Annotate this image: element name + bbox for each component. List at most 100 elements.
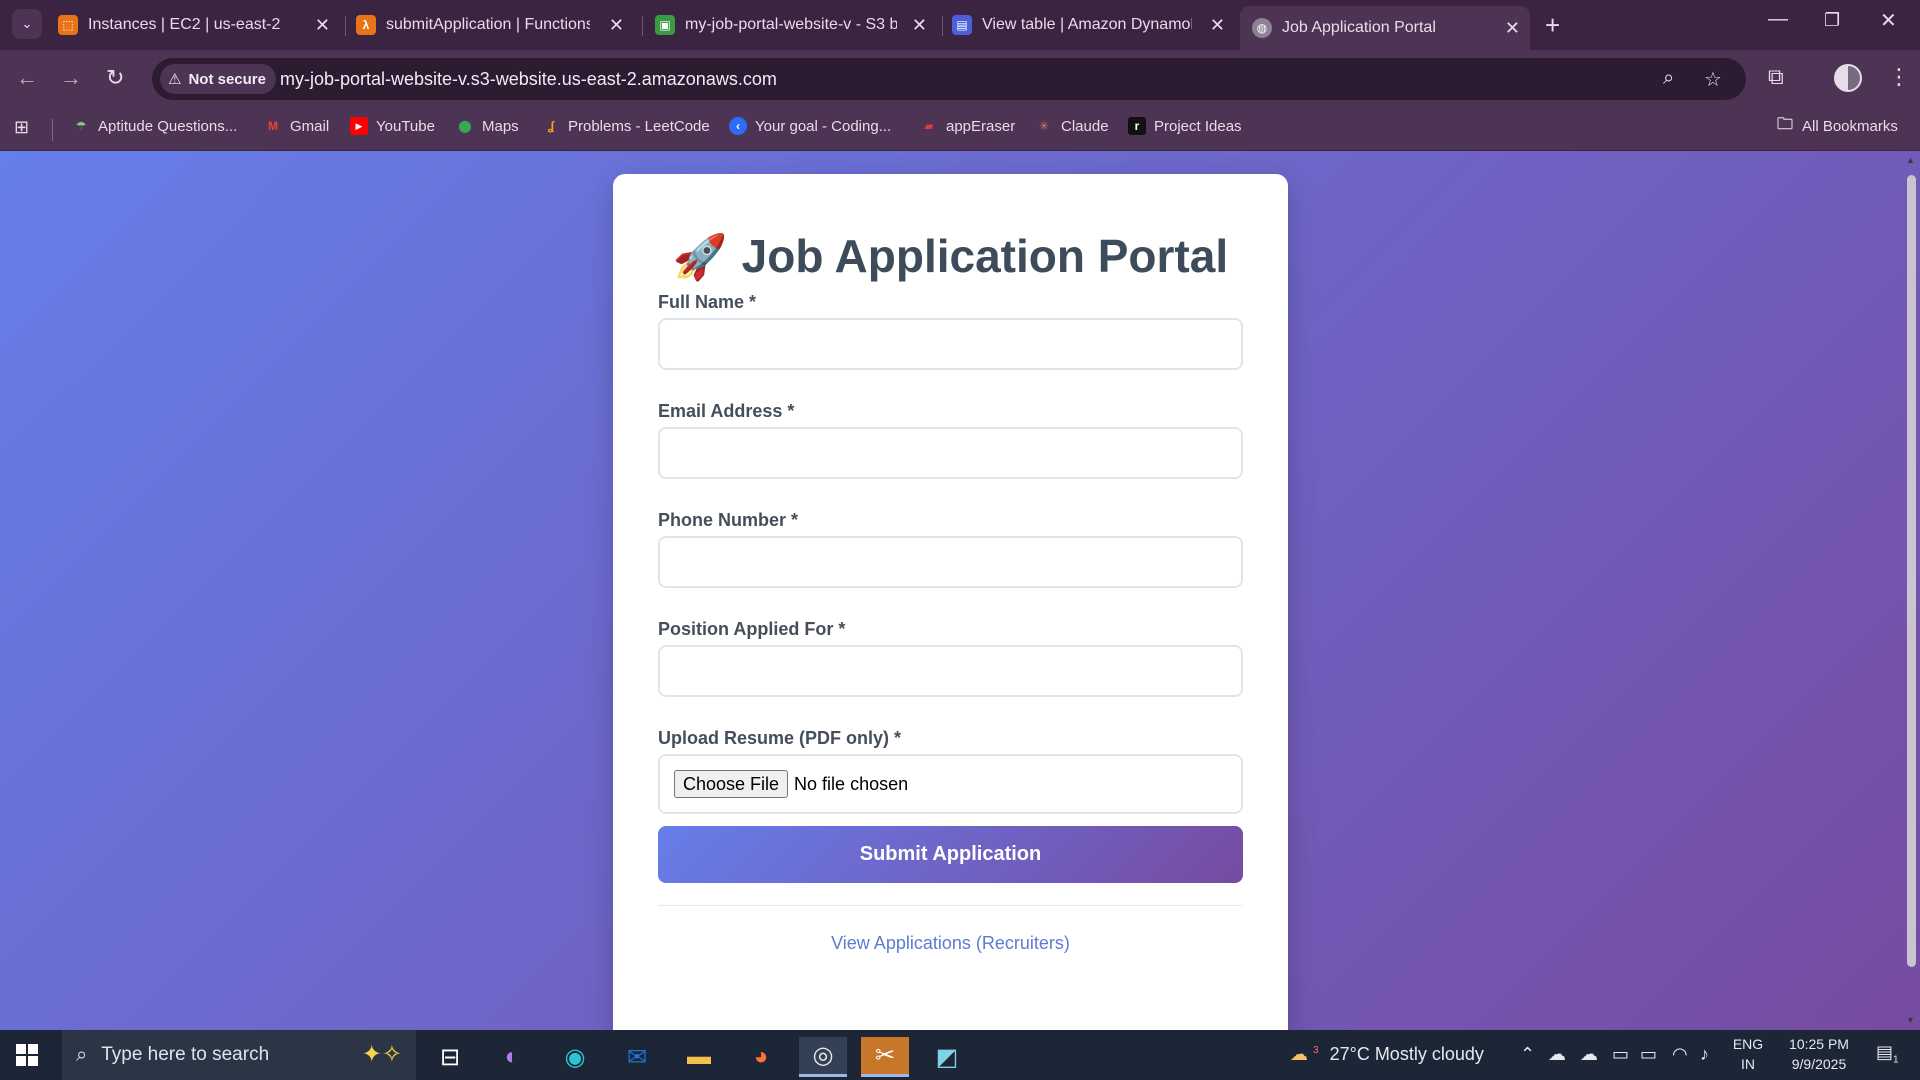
scroll-up-icon[interactable]: ▲ [1906,155,1915,165]
volume-icon[interactable]: ♪ [1700,1044,1709,1065]
scroll-down-icon[interactable]: ▼ [1906,1015,1915,1025]
full-name-label: Full Name * [658,292,757,312]
page-title: 🚀 Job Application Portal [672,230,1229,282]
tab-divider [345,16,346,36]
coding-icon: ‹ [729,117,747,135]
aws-s3-icon: ▣ [655,15,675,35]
back-icon[interactable]: ← [16,65,38,91]
tab-dynamodb-table[interactable]: ▤ View table | Amazon DynamoD ✕ [952,8,1235,42]
onedrive-icon[interactable]: ☁ [1548,1044,1566,1065]
aws-dynamodb-icon: ▤ [952,15,972,35]
tray-overflow-icon[interactable]: ⌃ [1520,1044,1535,1065]
claude-icon: ✳ [1038,119,1050,133]
bookmark-apperaser[interactable]: ▰ appEraser [920,117,1015,135]
warning-icon: ⚠ [168,71,182,88]
folder-icon: 🗀 [1776,115,1793,133]
file-explorer-icon[interactable]: ▬ [675,1037,723,1077]
maps-icon: ⬤ [458,119,472,133]
snipping-tool-icon[interactable]: ✂ [861,1037,909,1077]
zoom-icon[interactable]: ⌕ [1663,67,1674,90]
cloud-sync-icon[interactable]: ☁ [1580,1044,1598,1065]
tab-ec2-instances[interactable]: ⬚ Instances | EC2 | us-east-2 ✕ [58,8,340,42]
language-indicator[interactable]: ENG IN [1730,1036,1766,1072]
resume-file-input[interactable]: Choose File No file chosen [658,754,1243,814]
tab-s3-bucket[interactable]: ▣ my-job-portal-website-v - S3 b ✕ [655,8,937,42]
reload-icon[interactable]: ↻ [106,65,124,91]
bookmark-project-ideas[interactable]: r Project Ideas [1128,117,1242,135]
submit-application-button[interactable]: Submit Application [658,826,1243,883]
gmail-icon: M [268,119,278,133]
view-applications-link[interactable]: View Applications (Recruiters) [613,933,1288,954]
close-icon[interactable]: ✕ [609,15,624,36]
rocket-icon: 🚀 [672,233,728,282]
aws-lambda-icon: λ [356,15,376,35]
page-scrollbar[interactable]: ▲ ▼ [1902,151,1920,1030]
windows-start-icon[interactable] [16,1044,38,1066]
bookmark-star-icon[interactable]: ☆ [1704,67,1722,92]
bookmark-coding-goal[interactable]: ‹ Your goal - Coding... [729,117,891,135]
restore-icon[interactable]: ❐ [1824,10,1840,31]
wifi-icon[interactable]: ◠ [1672,1044,1688,1065]
position-input[interactable] [658,645,1243,697]
tab-lambda-function[interactable]: λ submitApplication | Functions | ✕ [356,8,634,42]
email-input[interactable] [658,427,1243,479]
minimize-icon[interactable]: — [1768,8,1788,31]
task-view-icon[interactable]: ⊟ [426,1037,474,1077]
scrollbar-thumb[interactable] [1907,175,1916,967]
copilot-icon[interactable]: ◐ [488,1037,536,1077]
globe-icon: ◍ [1252,18,1272,38]
tab-search-button[interactable]: ⌄ [12,9,42,39]
meet-icon[interactable]: ▭ [1612,1044,1629,1065]
address-bar[interactable]: ⚠ Not secure my-job-portal-website-v.s3-… [152,58,1746,100]
bookmark-leetcode[interactable]: ʆ Problems - LeetCode [542,117,710,135]
more-menu-icon[interactable]: ⋮ [1888,64,1910,90]
tab-job-application-portal[interactable]: ◍ Job Application Portal ✕ [1240,6,1530,50]
phone-label: Phone Number * [658,510,799,530]
chevron-down-icon: ⌄ [21,16,33,31]
clock[interactable]: 10:25 PM 9/9/2025 [1774,1036,1864,1072]
edge-icon[interactable]: ◉ [551,1037,599,1077]
extensions-icon[interactable]: ⧉ [1768,64,1784,90]
form-divider [658,905,1243,906]
tab-divider [942,16,943,36]
phone-input[interactable] [658,536,1243,588]
bookmark-gmail[interactable]: M Gmail [264,117,329,135]
search-icon: ⌕ [76,1043,88,1066]
close-icon[interactable]: ✕ [912,15,927,36]
copilot-sparkle-icon[interactable]: ✦✧ [362,1040,402,1069]
choose-file-button[interactable]: Choose File [674,770,789,798]
youtube-icon: ▶ [350,117,368,135]
new-tab-button[interactable]: + [1545,10,1560,41]
bookmark-aptitude[interactable]: ☂ Aptitude Questions... [72,117,238,135]
close-icon[interactable]: ✕ [1505,18,1520,39]
taskbar-search-box[interactable]: ⌕ Type here to search ✦✧ [62,1030,416,1080]
close-icon[interactable]: ✕ [315,15,330,36]
site-security-chip[interactable]: ⚠ Not secure [160,64,276,94]
tab-divider [642,16,643,36]
outlook-icon[interactable]: ✉ [613,1037,661,1077]
chrome-icon[interactable]: ◎ [799,1037,847,1077]
window-close-icon[interactable]: ✕ [1880,8,1897,33]
bookmark-maps[interactable]: ⬤ Maps [456,117,518,135]
notifications-icon[interactable]: ▤1 [1876,1042,1899,1066]
leaf-icon: ☂ [75,119,87,133]
bookmark-claude[interactable]: ✳ Claude [1035,117,1109,135]
forward-icon[interactable]: → [60,65,82,91]
battery-icon[interactable]: ▭ [1640,1044,1657,1065]
aws-ec2-icon: ⬚ [58,15,78,35]
all-bookmarks-folder[interactable]: 🗀 All Bookmarks [1776,115,1898,135]
firefox-icon[interactable]: ◕ [737,1037,785,1077]
email-label: Email Address * [658,401,795,421]
full-name-input[interactable] [658,318,1243,370]
bookmark-youtube[interactable]: ▶ YouTube [350,117,435,135]
apps-grid-icon[interactable]: ⊞ [14,117,29,138]
notepad-icon[interactable]: ◩ [923,1037,971,1077]
browser-toolbar: ← → ↻ ⚠ Not secure my-job-portal-website… [0,50,1920,107]
apperaser-icon: ▰ [924,119,934,133]
close-icon[interactable]: ✕ [1210,15,1225,36]
resume-label: Upload Resume (PDF only) * [658,728,902,748]
windows-taskbar: ⌕ Type here to search ✦✧ ⊟ ◐ ◉ ✉ ▬ ◕ ◎ ✂… [0,1030,1920,1080]
weather-widget[interactable]: ☁ 3 27°C Mostly cloudy [1290,1044,1484,1065]
url-text[interactable]: my-job-portal-website-v.s3-website.us-ea… [280,69,777,90]
profile-avatar[interactable] [1834,64,1862,92]
